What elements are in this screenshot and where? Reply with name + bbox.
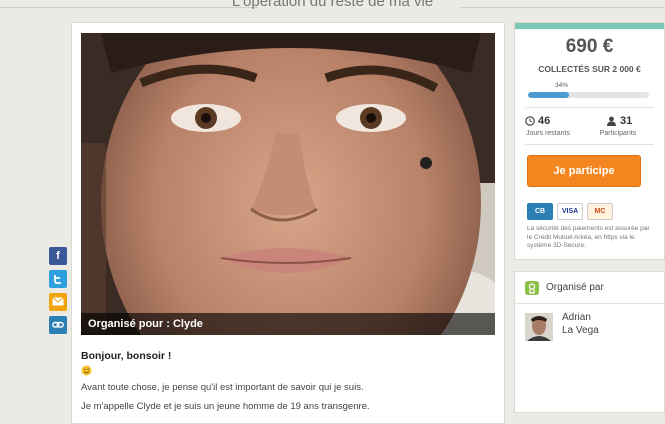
link-icon <box>52 321 64 328</box>
twitter-icon <box>54 275 61 284</box>
participants-value: 31 <box>620 115 633 127</box>
photo-caption: Organisé pour : Clyde <box>81 313 495 335</box>
email-icon <box>52 297 64 306</box>
page-title: L'opération du reste de ma vie <box>231 0 434 10</box>
campaign-photo: Organisé pour : Clyde <box>81 33 495 335</box>
intro-paragraph-1: Avant toute chose, je pense qu'il est im… <box>81 382 364 393</box>
participants-label: Participants <box>599 130 637 137</box>
progress-percent: 34% <box>555 82 569 89</box>
clock-icon <box>525 116 535 126</box>
collected-goal-label: COLLECTÉS SUR 2 000 € <box>538 64 641 74</box>
collected-amount: 690 € <box>565 36 614 57</box>
link-share-button[interactable] <box>49 316 67 334</box>
funding-card: 690 € COLLECTÉS SUR 2 000 € 34% 46 Jours… <box>514 22 665 260</box>
campaign-card: Organisé pour : Clyde Bonjour, bonsoir !… <box>71 22 505 424</box>
progress-bar-fill <box>528 92 570 98</box>
twitter-share-button[interactable] <box>49 270 67 288</box>
intro-paragraph-2: Je m'appelle Clyde et je suis un jeune h… <box>81 401 370 412</box>
card-top-zigzag <box>515 23 664 29</box>
greeting-text: Bonjour, bonsoir ! <box>81 350 172 362</box>
divider <box>525 144 654 145</box>
organizer-avatar[interactable] <box>525 313 553 341</box>
participate-button[interactable]: Je participe <box>527 155 641 187</box>
person-icon <box>607 116 616 126</box>
organizer-first-name[interactable]: Adrian <box>562 312 591 323</box>
facebook-icon: f <box>56 250 60 262</box>
email-share-button[interactable] <box>49 293 67 311</box>
organizer-icon <box>525 281 539 295</box>
divider <box>515 303 664 304</box>
smiley-icon <box>81 365 92 376</box>
visa-card-icon: VISA <box>557 203 583 220</box>
organizer-card: Organisé par Adrian La Vega <box>514 271 665 413</box>
facebook-share-button[interactable]: f <box>49 247 67 265</box>
days-remaining-label: Jours restants <box>526 130 570 137</box>
organizer-last-name[interactable]: La Vega <box>562 325 599 336</box>
days-remaining-value: 46 <box>538 115 551 127</box>
organizer-title: Organisé par <box>546 282 604 293</box>
divider <box>525 107 654 108</box>
progress-bar <box>528 92 649 98</box>
cb-card-icon: CB <box>527 203 553 220</box>
portrait-image <box>81 33 495 335</box>
mastercard-icon: MC <box>587 203 613 220</box>
payment-security-text: La sécurité des paiements est assurée pa… <box>527 225 650 249</box>
